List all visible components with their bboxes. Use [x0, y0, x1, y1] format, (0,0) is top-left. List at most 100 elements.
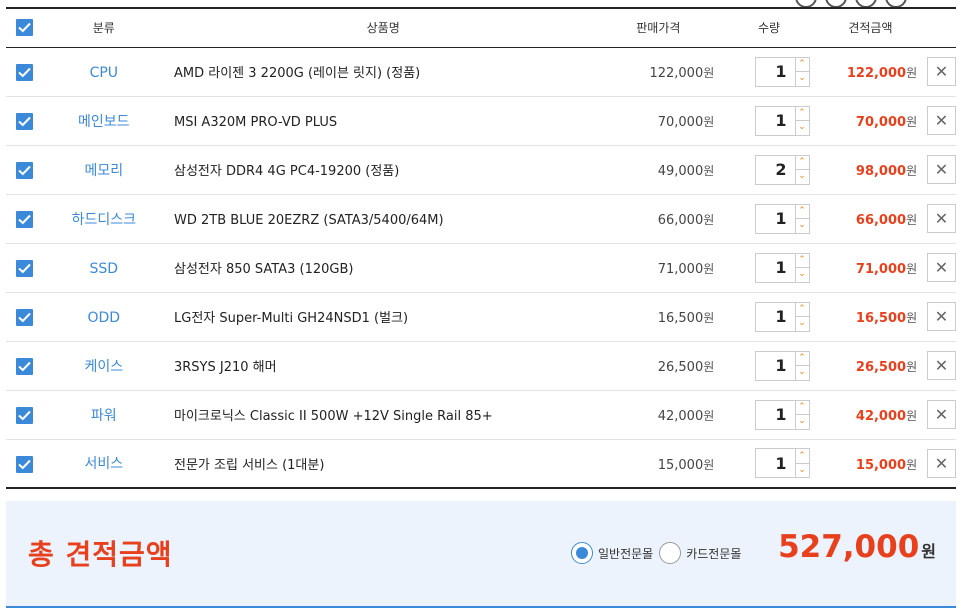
item-name[interactable]: 삼성전자 DDR4 4G PC4-19200 (정품) — [174, 164, 399, 179]
quantity-input[interactable]: 1 — [754, 252, 795, 283]
quantity-stepper[interactable]: 1 ⌃ ⌄ — [754, 56, 810, 87]
quantity-spinner[interactable]: ⌃ ⌄ — [794, 350, 810, 381]
item-category[interactable]: CPU — [90, 65, 118, 81]
item-category[interactable]: 케이스 — [84, 359, 123, 375]
item-name[interactable]: MSI A320M PRO-VD PLUS — [174, 115, 337, 130]
quantity-spinner[interactable]: ⌃ ⌄ — [794, 399, 810, 430]
quantity-input[interactable]: 1 — [754, 301, 795, 332]
quantity-spinner[interactable]: ⌃ ⌄ — [794, 154, 810, 185]
quantity-input[interactable]: 1 — [754, 448, 795, 479]
chevron-down-icon[interactable]: ⌄ — [796, 366, 809, 380]
radio-card-label[interactable]: 카드전문몰 — [686, 545, 741, 562]
quantity-stepper[interactable]: 1 ⌃ ⌄ — [754, 399, 810, 430]
row-select[interactable] — [6, 243, 44, 292]
close-icon[interactable]: ✕ — [927, 106, 956, 135]
quantity-stepper[interactable]: 1 ⌃ ⌄ — [754, 350, 810, 381]
quantity-spinner[interactable]: ⌃ ⌄ — [794, 56, 810, 87]
row-select[interactable] — [6, 292, 44, 341]
chevron-up-icon[interactable]: ⌃ — [795, 401, 809, 415]
quantity-stepper[interactable]: 1 ⌃ ⌄ — [754, 301, 810, 332]
checkbox-checked-icon[interactable] — [16, 260, 34, 277]
quantity-spinner[interactable]: ⌃ ⌄ — [794, 448, 810, 479]
row-select[interactable] — [6, 145, 44, 194]
checkbox-checked-icon[interactable] — [16, 211, 34, 228]
quantity-stepper[interactable]: 1 ⌃ ⌄ — [754, 448, 810, 479]
chevron-up-icon[interactable]: ⌃ — [795, 205, 809, 219]
item-category[interactable]: 메모리 — [84, 163, 123, 179]
checkbox-checked-icon[interactable] — [16, 19, 34, 37]
checkbox-checked-icon[interactable] — [16, 407, 34, 424]
item-category[interactable]: 파워 — [91, 408, 117, 424]
row-select[interactable] — [6, 194, 44, 243]
close-icon[interactable]: ✕ — [927, 253, 956, 282]
item-category[interactable]: SSD — [90, 261, 119, 277]
row-select[interactable] — [6, 341, 44, 390]
row-select[interactable] — [6, 47, 44, 96]
item-name[interactable]: 마이크로닉스 Classic II 500W +12V Single Rail … — [174, 409, 493, 424]
chevron-up-icon[interactable]: ⌃ — [795, 303, 809, 317]
item-name[interactable]: AMD 라이젠 3 2200G (레이븐 릿지) (정품) — [174, 66, 420, 81]
quantity-input[interactable]: 1 — [754, 105, 795, 136]
item-name[interactable]: LG전자 Super-Multi GH24NSD1 (벌크) — [174, 311, 408, 326]
quantity-stepper[interactable]: 2 ⌃ ⌄ — [754, 154, 810, 185]
quantity-input[interactable]: 1 — [754, 350, 795, 381]
chevron-down-icon[interactable]: ⌄ — [796, 317, 809, 331]
chevron-down-icon[interactable]: ⌄ — [796, 268, 809, 282]
quantity-input[interactable]: 1 — [754, 56, 795, 87]
chevron-down-icon[interactable]: ⌄ — [796, 464, 809, 478]
item-category[interactable]: ODD — [88, 310, 121, 326]
quantity-spinner[interactable]: ⌃ ⌄ — [794, 203, 810, 234]
chevron-up-icon[interactable]: ⌃ — [795, 107, 809, 121]
checkbox-checked-icon[interactable] — [16, 162, 34, 179]
header-select-all[interactable] — [6, 8, 44, 47]
chevron-down-icon[interactable]: ⌄ — [796, 72, 809, 86]
chevron-up-icon[interactable]: ⌃ — [795, 156, 809, 170]
item-name[interactable]: 전문가 조립 서비스 (1대분) — [174, 458, 324, 473]
quantity-spinner[interactable]: ⌃ ⌄ — [794, 301, 810, 332]
item-category[interactable]: 서비스 — [84, 456, 123, 472]
checkbox-checked-icon[interactable] — [16, 64, 34, 81]
quantity-input[interactable]: 1 — [754, 399, 795, 430]
item-total-currency: 원 — [906, 409, 918, 423]
chevron-down-icon[interactable]: ⌄ — [796, 170, 809, 184]
radio-general-label[interactable]: 일반전문몰 — [598, 545, 653, 562]
item-category[interactable]: 메인보드 — [78, 114, 130, 130]
close-icon[interactable]: ✕ — [927, 400, 956, 429]
radio-card-shop[interactable] — [659, 542, 682, 564]
checkbox-checked-icon[interactable] — [16, 113, 34, 130]
chevron-down-icon[interactable]: ⌄ — [796, 415, 809, 429]
radio-general-shop[interactable] — [571, 542, 593, 564]
chevron-down-icon[interactable]: ⌄ — [796, 219, 809, 233]
close-icon[interactable]: ✕ — [927, 204, 956, 233]
close-icon[interactable]: ✕ — [927, 302, 956, 331]
checkbox-checked-icon[interactable] — [16, 309, 34, 326]
chevron-up-icon[interactable]: ⌃ — [795, 254, 809, 268]
item-category[interactable]: 하드디스크 — [72, 212, 136, 228]
item-total-currency: 원 — [906, 311, 918, 325]
close-icon[interactable]: ✕ — [927, 351, 956, 380]
close-icon[interactable]: ✕ — [927, 155, 956, 184]
item-price-currency: 원 — [703, 457, 715, 472]
close-icon[interactable]: ✕ — [927, 57, 956, 86]
chevron-up-icon[interactable]: ⌃ — [795, 352, 809, 366]
quantity-stepper[interactable]: 1 ⌃ ⌄ — [754, 252, 810, 283]
quantity-input[interactable]: 1 — [754, 203, 795, 234]
row-select[interactable] — [6, 439, 44, 488]
checkbox-checked-icon[interactable] — [16, 358, 34, 375]
chevron-up-icon[interactable]: ⌃ — [795, 449, 809, 464]
quantity-stepper[interactable]: 1 ⌃ ⌄ — [754, 105, 810, 136]
item-total: 66,000 — [855, 213, 907, 228]
quantity-spinner[interactable]: ⌃ ⌄ — [794, 105, 810, 136]
chevron-down-icon[interactable]: ⌄ — [796, 121, 809, 135]
item-name[interactable]: 3RSYS J210 해머 — [174, 360, 277, 375]
item-name[interactable]: 삼성전자 850 SATA3 (120GB) — [174, 262, 353, 277]
quantity-input[interactable]: 2 — [754, 154, 795, 185]
item-name[interactable]: WD 2TB BLUE 20EZRZ (SATA3/5400/64M) — [174, 213, 444, 228]
chevron-up-icon[interactable]: ⌃ — [795, 58, 809, 72]
row-select[interactable] — [6, 96, 44, 145]
quantity-stepper[interactable]: 1 ⌃ ⌄ — [754, 203, 810, 234]
checkbox-checked-icon[interactable] — [16, 455, 34, 473]
quantity-spinner[interactable]: ⌃ ⌄ — [794, 252, 810, 283]
row-select[interactable] — [6, 390, 44, 439]
close-icon[interactable]: ✕ — [927, 448, 956, 478]
